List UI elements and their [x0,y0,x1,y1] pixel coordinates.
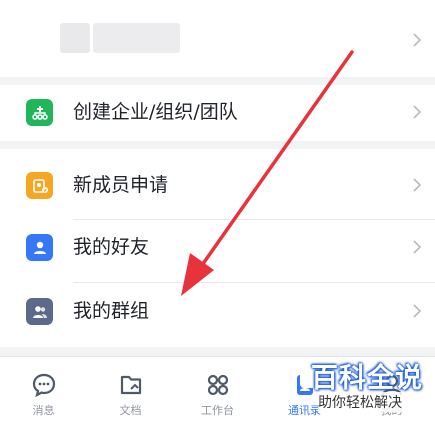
blurred-name [93,23,180,53]
group-icon [26,298,53,325]
my-groups-label: 我的群组 [73,300,150,322]
watermark-subtitle: 助你轻松解决 [318,392,402,412]
chevron-right-icon [413,304,422,318]
tab-label: 工作台 [201,404,234,417]
contacts-section: 新成员申请 我的好友 我的群组 [0,149,435,347]
tab-documents[interactable]: 文档 [87,357,174,421]
list-item-my-friends[interactable]: 我的好友 [0,211,435,283]
tab-workbench[interactable]: 工作台 [174,357,261,421]
new-member-label: 新成员申请 [73,174,169,196]
list-item-blurred[interactable] [0,0,435,77]
blurred-avatar [60,23,90,53]
my-friends-label: 我的好友 [73,236,150,258]
chevron-right-icon [413,105,422,119]
workbench-icon [207,374,229,396]
tab-label: 文档 [119,404,142,417]
tab-messages[interactable]: 消息 [0,357,87,421]
chevron-right-icon [413,240,422,254]
chevron-right-icon [413,33,422,47]
tab-label: 消息 [32,404,55,417]
chevron-right-icon [413,178,422,192]
document-icon [120,375,142,395]
list-item-create-org[interactable]: 创建企业/组织/团队 [0,76,435,148]
create-org-section: 创建企业/组织/团队 [0,85,435,141]
message-icon [32,373,56,398]
team-add-icon [26,99,53,126]
list-item-my-groups[interactable]: 我的群组 [0,275,435,347]
create-org-label: 创建企业/组织/团队 [73,101,238,123]
watermark-title: 百科全说 [311,363,423,394]
new-member-icon [26,172,53,199]
friend-icon [26,234,53,261]
top-list-section [0,0,435,77]
